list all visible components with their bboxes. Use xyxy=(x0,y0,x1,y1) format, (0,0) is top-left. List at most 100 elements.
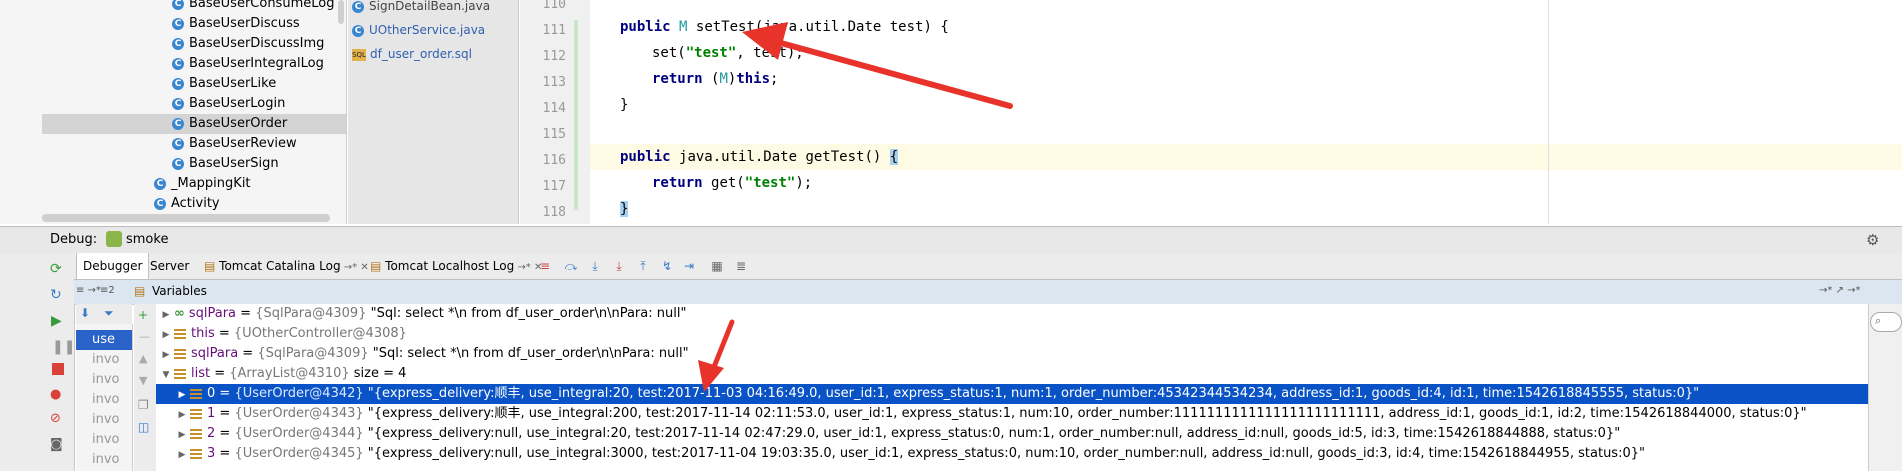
mute-breakpoints-icon[interactable]: ⊘ xyxy=(50,411,61,426)
move-down-icon[interactable]: ▼ xyxy=(139,374,147,387)
expand-icon[interactable]: ▶ xyxy=(176,445,188,465)
variable-row[interactable]: ▶ ∞ sqlPara = {SqlPara@4309} "Sql: select … xyxy=(156,304,1868,324)
variable-row[interactable]: ▶ 0 = {UserOrder@4342} "{express_delivery… xyxy=(156,384,1868,404)
stack-frame[interactable]: invo xyxy=(76,450,132,470)
variable-value: size = 4 xyxy=(353,366,407,381)
variable-row[interactable]: ▶ 1 = {UserOrder@4343} "{express_delivery… xyxy=(156,404,1868,424)
show-execution-point-icon[interactable]: ≡ xyxy=(538,259,552,273)
field-icon xyxy=(174,368,186,379)
expand-icon[interactable]: ▶ xyxy=(176,385,188,405)
stack-frame[interactable]: invo xyxy=(76,390,132,410)
stack-frame[interactable]: invo xyxy=(76,430,132,450)
tree-item-label: BaseUserReview xyxy=(189,136,297,151)
expand-icon[interactable]: ▶ xyxy=(160,305,172,325)
variable-row[interactable]: ▶ 3 = {UserOrder@4345} "{express_delivery… xyxy=(156,444,1868,464)
variable-name: this xyxy=(191,326,215,341)
open-file-label: df_user_order.sql xyxy=(370,47,472,61)
rerun-icon[interactable]: ⟳ xyxy=(50,261,62,277)
code-editor[interactable]: public M setTest(java.util.Date test) { … xyxy=(590,0,1902,224)
open-file-item[interactable]: SQL df_user_order.sql xyxy=(352,42,472,66)
open-file-label: UOtherService.java xyxy=(369,23,486,37)
vertical-scrollbar[interactable] xyxy=(338,0,344,24)
line-number: 116 xyxy=(542,153,566,168)
filter-icon[interactable]: ⏷ xyxy=(104,306,114,321)
move-up-icon[interactable]: ▲ xyxy=(139,352,147,365)
expand-icon[interactable]: ▶ xyxy=(176,405,188,425)
variable-row[interactable]: ▼ list = {ArrayList@4310} size = 4 xyxy=(156,364,1868,384)
variables-layout-icons[interactable]: →* ↗ →* xyxy=(1819,285,1861,296)
class-icon: C xyxy=(352,0,364,13)
tree-item[interactable]: C BaseUserReview xyxy=(172,134,297,154)
update-icon[interactable]: ↻ xyxy=(50,287,62,303)
field-icon xyxy=(190,428,202,439)
tree-item[interactable]: C BaseUserConsumeLog xyxy=(172,0,334,14)
watch-inline-icon[interactable]: ◫ xyxy=(138,420,149,434)
variable-row[interactable]: ▶ sqlPara = {SqlPara@4309} "Sql: select *… xyxy=(156,344,1868,364)
variable-value: "{express_delivery:null, use_integral:30… xyxy=(367,446,1645,461)
variable-row[interactable]: ▶ this = {UOtherController@4308} xyxy=(156,324,1868,344)
class-icon: C xyxy=(172,117,184,130)
remove-watch-icon[interactable]: — xyxy=(139,330,150,343)
horizontal-scrollbar[interactable] xyxy=(42,214,330,222)
arrow-down-icon[interactable]: ⬇ xyxy=(80,306,90,320)
line-number: 111 xyxy=(542,23,566,38)
frames-list[interactable]: useinvoinvoinvoinvoinvoinvobas xyxy=(76,324,133,471)
gear-icon[interactable]: ⚙ xyxy=(1866,231,1879,249)
resume-icon[interactable]: ▶ xyxy=(51,313,62,329)
expand-icon[interactable]: ▶ xyxy=(176,425,188,445)
frames-filter[interactable]: ≡ →* xyxy=(76,285,101,296)
evaluate-expression-icon[interactable]: ▦ xyxy=(710,259,724,273)
tab-tomcat-localhost-log[interactable]: ▤ Tomcat Localhost Log →* ✕ xyxy=(364,253,548,279)
tree-item[interactable]: C BaseUserLike xyxy=(172,74,276,94)
project-tree[interactable]: C BaseUserConsumeLog C BaseUserDiscuss C Base… xyxy=(0,0,347,224)
stack-frame[interactable]: invo xyxy=(76,350,132,370)
tab-server[interactable]: Server xyxy=(144,253,195,279)
variable-value: "Sql: select *\n from df_user_order\n\nP… xyxy=(370,306,687,321)
class-icon: C xyxy=(172,57,184,70)
tree-item[interactable]: C BaseUserOrder xyxy=(42,114,346,134)
view-breakpoints-icon[interactable]: ● xyxy=(50,387,61,402)
stack-frame[interactable]: invo xyxy=(76,410,132,430)
variable-ref: {UOtherController@4308} xyxy=(233,326,407,341)
force-step-into-icon[interactable]: ⤓ xyxy=(612,259,626,273)
camera-icon[interactable]: ◙ xyxy=(50,437,63,452)
fold-gutter[interactable] xyxy=(576,0,590,224)
tree-item[interactable]: C BaseUserDiscuss xyxy=(172,14,300,34)
open-files-list[interactable]: C SignDetailBean.java C UOtherService.java S… xyxy=(348,0,519,224)
tree-item[interactable]: C BaseUserLogin xyxy=(172,94,285,114)
equals-sign: = xyxy=(214,326,234,341)
variables-tree[interactable]: ▶ ∞ sqlPara = {SqlPara@4309} "Sql: select … xyxy=(156,304,1868,471)
expand-icon[interactable]: ▶ xyxy=(160,325,172,345)
stack-frame[interactable]: use xyxy=(76,330,132,350)
stop-icon[interactable] xyxy=(52,363,64,375)
open-file-item[interactable]: C SignDetailBean.java xyxy=(352,0,490,18)
tree-item[interactable]: C BaseUserDiscussImg xyxy=(172,34,324,54)
tab-tomcat-catalina-log[interactable]: ▤ Tomcat Catalina Log →* ✕ xyxy=(198,253,375,279)
pause-icon[interactable]: ❚❚ xyxy=(52,339,75,355)
open-file-item[interactable]: C UOtherService.java xyxy=(352,18,485,42)
variable-row[interactable]: ▶ 2 = {UserOrder@4344} "{express_delivery… xyxy=(156,424,1868,444)
step-over-icon[interactable]: ⤼ xyxy=(564,259,578,273)
debug-config-tab[interactable]: smoke xyxy=(126,232,168,247)
step-out-icon[interactable]: ⤒ xyxy=(636,259,650,273)
variable-name: sqlPara xyxy=(191,346,239,361)
tree-item[interactable]: C BaseUserIntegralLog xyxy=(172,54,324,74)
new-watch-icon[interactable]: + xyxy=(138,308,148,322)
line-number: 114 xyxy=(542,101,566,116)
line-number: 110 xyxy=(542,0,566,12)
tree-item[interactable]: C BaseUserSign xyxy=(172,154,279,174)
tab-debugger[interactable]: Debugger xyxy=(76,253,150,279)
collapse-icon[interactable]: ▼ xyxy=(160,365,172,385)
step-into-icon[interactable]: ⤓ xyxy=(588,259,602,273)
frames-sort[interactable]: ≡2 xyxy=(100,285,115,296)
tree-item[interactable]: C _MappingKit xyxy=(154,174,251,194)
tree-item[interactable]: C Activity xyxy=(154,194,220,214)
drop-frame-icon[interactable]: ↯ xyxy=(660,259,674,273)
copy-icon[interactable]: ❐ xyxy=(138,398,149,412)
expand-icon[interactable]: ▶ xyxy=(160,345,172,365)
stack-frame[interactable]: invo xyxy=(76,370,132,390)
trace-icon[interactable]: ≣ xyxy=(734,259,748,273)
variable-ref: {UserOrder@4344} xyxy=(234,426,364,441)
search-icon[interactable]: ⌕ xyxy=(1870,312,1902,332)
run-to-cursor-icon[interactable]: ⇥ xyxy=(682,259,696,273)
